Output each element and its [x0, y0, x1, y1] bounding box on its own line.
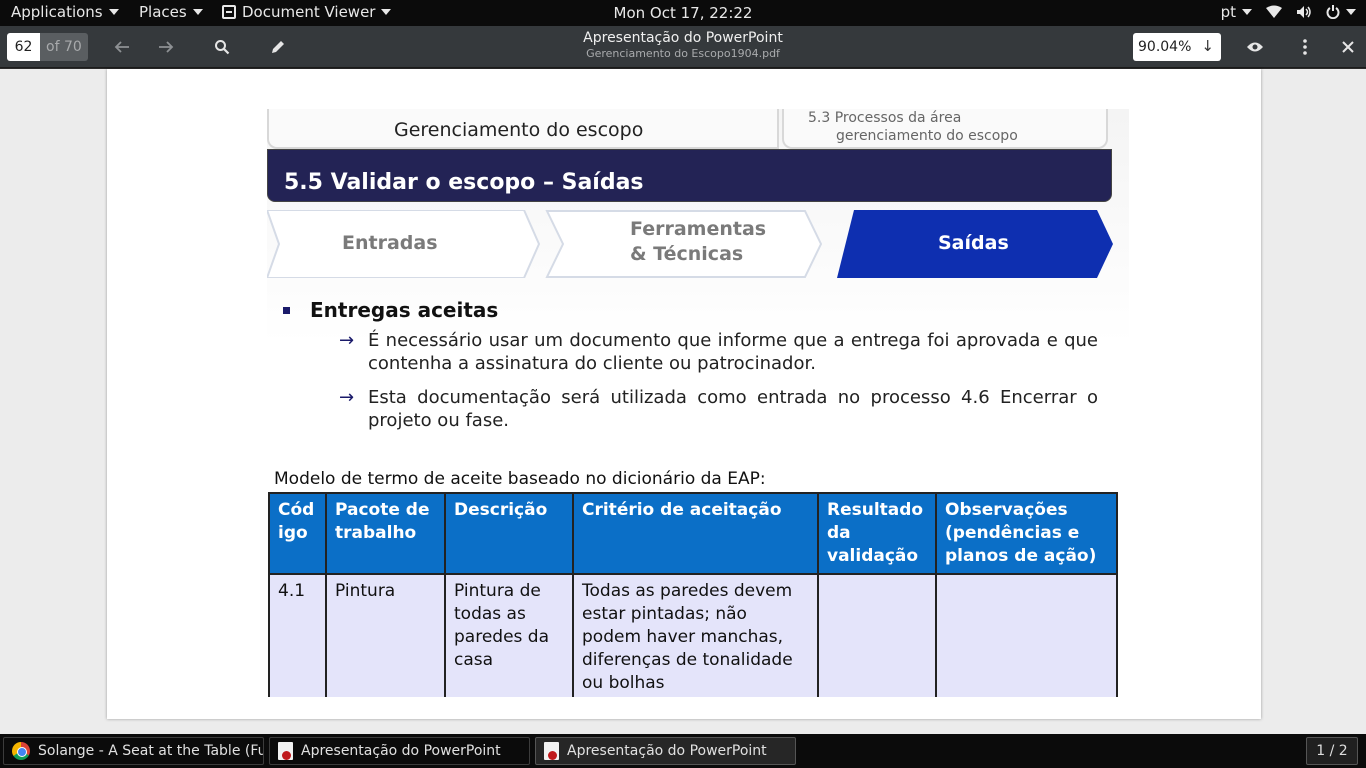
zoom-value: 90.04% [1138, 39, 1192, 55]
step-ferramentas: Ferramentas & Técnicas [545, 210, 825, 278]
table-header: Resultado da validação [817, 492, 937, 575]
pdf-page: Gerenciamento do escopo 5.3 Processos da… [107, 69, 1261, 719]
table-cell [817, 573, 937, 697]
slide-heading: 5.5 Validar o escopo – Saídas [284, 170, 644, 195]
volume-icon [1296, 5, 1312, 19]
chevron-down-icon [1346, 9, 1356, 15]
search-icon [215, 40, 230, 55]
arrow-down-icon: ↓ [1201, 37, 1214, 55]
slide-tab-right: 5.3 Processos da área gerenciamento do e… [782, 109, 1108, 149]
slide-image: Gerenciamento do escopo 5.3 Processos da… [267, 109, 1129, 697]
document-viewer-icon [278, 742, 293, 760]
table-caption: Modelo de termo de aceite baseado no dic… [274, 469, 766, 489]
system-tray[interactable]: pt [1221, 3, 1356, 21]
arrow-left-icon [114, 41, 129, 53]
subpoint-1-text: É necessário usar um documento que infor… [368, 330, 1098, 374]
language-label: pt [1220, 3, 1236, 21]
language-indicator[interactable]: pt [1221, 3, 1252, 21]
close-button[interactable] [1336, 35, 1360, 59]
pencil-icon [272, 41, 284, 53]
step-saidas: Saídas [837, 210, 1115, 278]
slide-tab-left: Gerenciamento do escopo [267, 109, 779, 149]
zoom-selector[interactable]: 90.04% ↓ [1133, 33, 1221, 61]
step-entradas-label: Entradas [342, 232, 438, 254]
slide-tab-left-label: Gerenciamento do escopo [394, 119, 644, 141]
bullet-square [283, 307, 290, 314]
taskbar-item-label: Apresentação do PowerPoint [567, 743, 767, 759]
table-cell: 4.1 [268, 573, 327, 697]
arrow-right-icon: → [339, 330, 355, 351]
view-options-button[interactable] [1243, 35, 1267, 59]
taskbar-item-document-2[interactable]: Apresentação do PowerPoint [535, 737, 796, 765]
arrow-right-icon: → [339, 387, 355, 408]
close-icon [1342, 41, 1354, 53]
next-page-button[interactable] [154, 35, 178, 59]
chevron-down-icon [1242, 9, 1252, 15]
subpoint-2-text: Esta documentação será utilizada como en… [368, 387, 1098, 431]
table-header-row: Cód igo Pacote de trabalho Descrição Cri… [268, 492, 1118, 575]
clock[interactable]: Mon Oct 17, 22:22 [0, 4, 1366, 22]
step-ferramentas-line2: & Técnicas [630, 243, 744, 265]
table-cell: Pintura de todas as paredes da casa [444, 573, 574, 697]
slide-tab-right-line1: 5.3 Processos da área [808, 110, 962, 126]
document-title: Apresentação do PowerPoint [583, 30, 783, 46]
wifi-icon [1266, 5, 1282, 19]
step-ferramentas-label: Ferramentas & Técnicas [630, 217, 766, 267]
table-header: Critério de aceitação [572, 492, 819, 575]
page-number-input[interactable]: 62 [7, 33, 40, 61]
eye-icon [1247, 42, 1263, 52]
step-ferramentas-line1: Ferramentas [630, 218, 767, 240]
page-total: of 70 [40, 33, 88, 61]
table-cell [935, 573, 1118, 697]
table-header: Observações (pendências e planos de ação… [935, 492, 1118, 575]
slide-banner: 5.5 Validar o escopo – Saídas [267, 149, 1112, 202]
viewer-headerbar: 62 of 70 Apresentação do PowerPoint Gere… [0, 26, 1366, 68]
page-selector[interactable]: 62 of 70 [7, 33, 88, 61]
arrow-right-icon [159, 41, 174, 53]
table-header: Descrição [444, 492, 574, 575]
document-viewer-icon [544, 742, 559, 760]
annotate-button[interactable] [266, 35, 290, 59]
power-icon [1326, 5, 1356, 19]
top-panel: Applications Places Document Viewer Mon … [0, 0, 1366, 26]
step-entradas: Entradas [267, 210, 542, 278]
window-title: Apresentação do PowerPoint Gerenciamento… [483, 30, 883, 60]
taskbar-item-document-1[interactable]: Apresentação do PowerPoint [269, 737, 530, 765]
step-saidas-label: Saídas [938, 232, 1009, 254]
menu-button[interactable] [1293, 35, 1317, 59]
search-button[interactable] [210, 35, 234, 59]
workspace-indicator[interactable]: 1 / 2 [1306, 737, 1358, 765]
acceptance-table: Cód igo Pacote de trabalho Descrição Cri… [268, 492, 1118, 697]
taskbar-item-label: Apresentação do PowerPoint [301, 743, 501, 759]
chrome-icon [12, 742, 30, 760]
vertical-dots-icon [1303, 39, 1307, 55]
table-header: Cód igo [268, 492, 327, 575]
table-row: 4.1 Pintura Pintura de todas as paredes … [268, 573, 1118, 697]
table-cell: Pintura [325, 573, 446, 697]
taskbar-item-browser[interactable]: Solange - A Seat at the Table (Ful... [3, 737, 264, 765]
table-header: Pacote de trabalho [325, 492, 446, 575]
previous-page-button[interactable] [110, 35, 134, 59]
table-cell: Todas as paredes devem estar pintadas; n… [572, 573, 819, 697]
window-list: Solange - A Seat at the Table (Ful... Ap… [0, 734, 1366, 768]
document-filename: Gerenciamento do Escopo1904.pdf [586, 47, 780, 60]
slide-tab-right-line2: gerenciamento do escopo [836, 128, 1018, 144]
taskbar-item-label: Solange - A Seat at the Table (Ful... [38, 743, 264, 759]
document-view[interactable]: Gerenciamento do escopo 5.3 Processos da… [0, 69, 1366, 734]
bullet-title: Entregas aceitas [310, 298, 499, 322]
